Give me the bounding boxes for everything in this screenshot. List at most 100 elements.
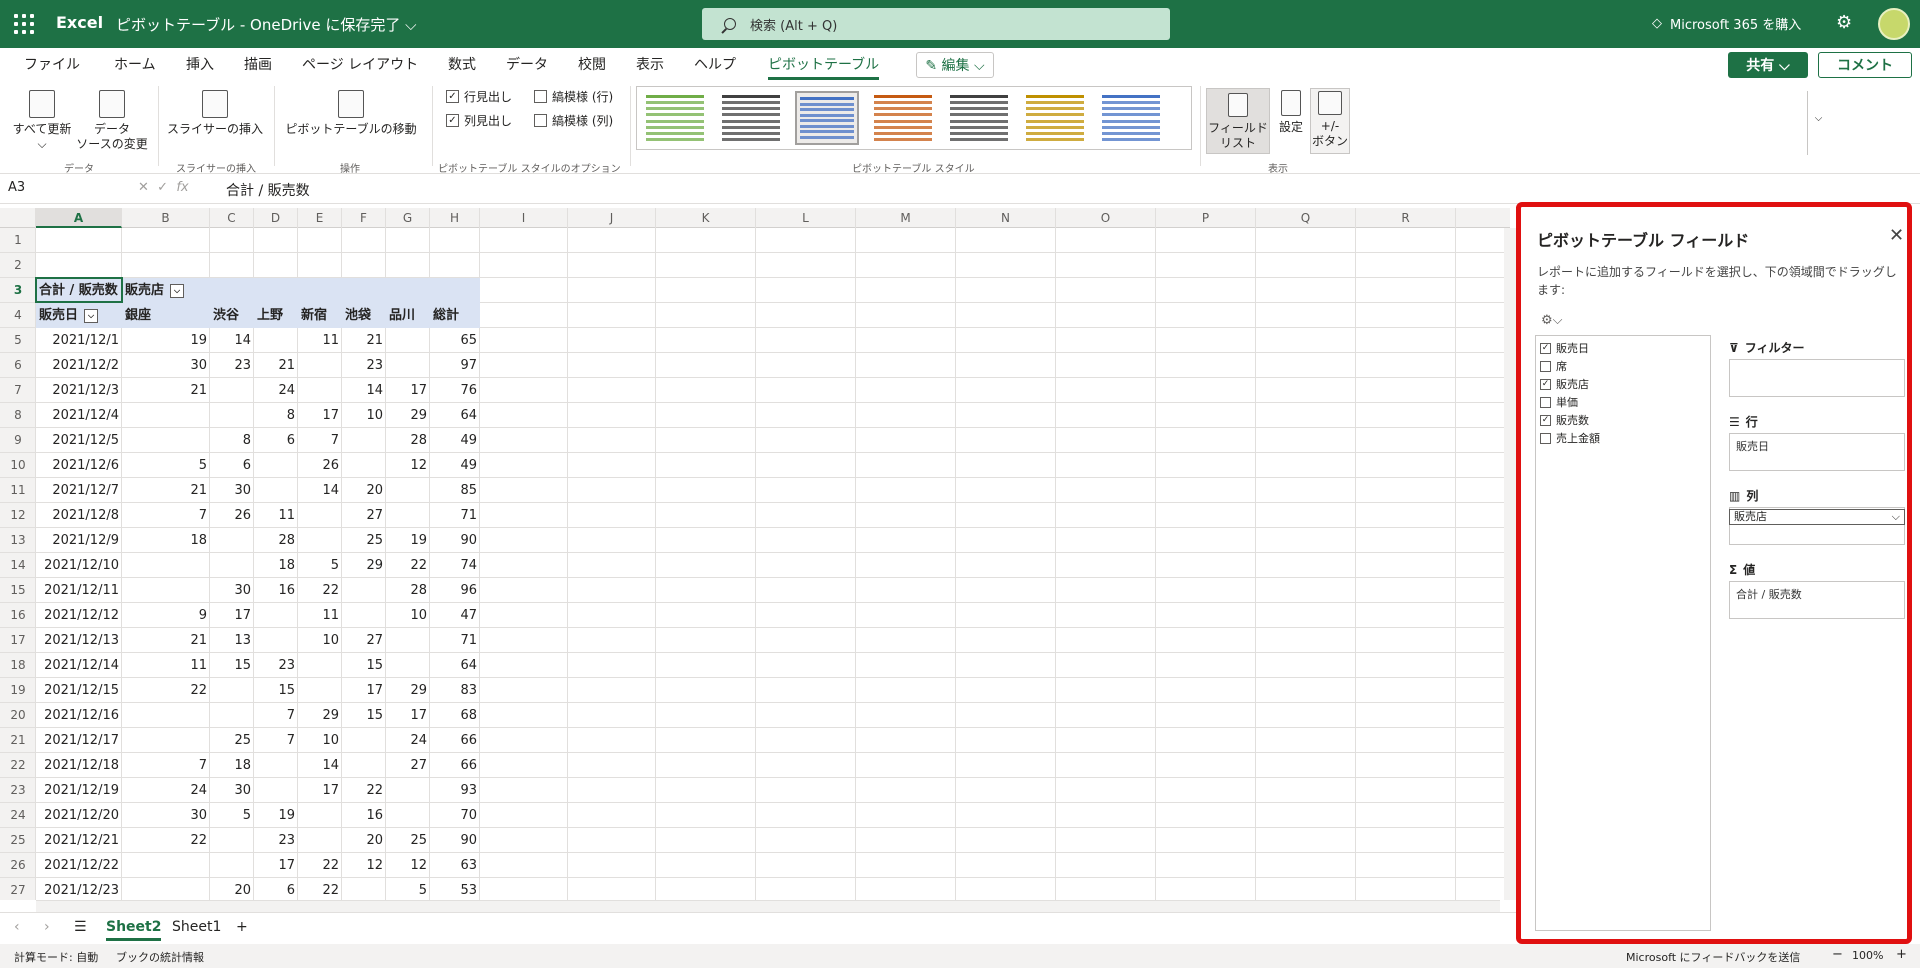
pivot-row-label[interactable]: 2021/12/21 (36, 828, 122, 853)
pivot-value-cell[interactable]: 5 (122, 453, 210, 478)
pivot-value-cell[interactable]: 23 (254, 653, 298, 678)
values-drop-area[interactable]: 合計 / 販売数 (1729, 581, 1905, 619)
column-header[interactable]: P (1156, 208, 1256, 228)
close-icon[interactable]: ✕ (1889, 225, 1904, 246)
pivot-row-label[interactable]: 2021/12/11 (36, 578, 122, 603)
document-title[interactable]: ピボットテーブル - OneDrive に保存完了 ⌵ (116, 14, 417, 35)
field-checkbox[interactable]: ✓ (1540, 378, 1551, 390)
pivot-value-cell[interactable]: 29 (342, 553, 386, 578)
pivot-value-cell[interactable] (254, 328, 298, 353)
row-header[interactable]: 24 (0, 803, 36, 828)
row-header[interactable]: 6 (0, 353, 36, 378)
pivot-column-header[interactable]: 渋谷 (210, 303, 254, 328)
pivot-value-cell[interactable]: 21 (122, 478, 210, 503)
pivot-row-label[interactable]: 2021/12/5 (36, 428, 122, 453)
pivot-value-cell[interactable]: 22 (298, 878, 342, 900)
prev-sheet-icon[interactable]: ‹ (14, 919, 20, 935)
row-header[interactable]: 17 (0, 628, 36, 653)
all-sheets-icon[interactable]: ☰ (74, 919, 87, 935)
pivot-value-cell[interactable] (298, 528, 342, 553)
row-header[interactable]: 12 (0, 503, 36, 528)
pivot-grand-total[interactable]: 76 (430, 378, 480, 403)
calc-mode[interactable]: 計算モード: 自動 (14, 949, 98, 965)
row-header[interactable]: 1 (0, 228, 36, 253)
pivot-value-cell[interactable]: 28 (386, 578, 430, 603)
pivot-value-cell[interactable] (254, 603, 298, 628)
pivot-value-cell[interactable]: 20 (342, 478, 386, 503)
pivot-value-cell[interactable] (254, 778, 298, 803)
pivot-value-cell[interactable]: 6 (254, 878, 298, 900)
tab-help[interactable]: ヘルプ (694, 54, 736, 80)
pivot-row-label[interactable]: 2021/12/12 (36, 603, 122, 628)
pivot-value-cell[interactable]: 5 (210, 803, 254, 828)
workbook-stats[interactable]: ブックの統計情報 (116, 949, 204, 965)
pivot-value-cell[interactable]: 12 (342, 853, 386, 878)
pivot-value-cell[interactable] (122, 578, 210, 603)
pivot-grand-total[interactable]: 90 (430, 528, 480, 553)
app-name[interactable]: Excel (56, 13, 103, 32)
pivot-value-cell[interactable]: 5 (298, 553, 342, 578)
row-header[interactable]: 5 (0, 328, 36, 353)
pivot-header-band[interactable] (298, 278, 342, 303)
pivot-grand-total[interactable]: 71 (430, 628, 480, 653)
column-header[interactable]: Q (1256, 208, 1356, 228)
field-checkbox[interactable]: ✓ (1540, 414, 1551, 426)
row-header[interactable]: 18 (0, 653, 36, 678)
pivot-style-swatch[interactable] (871, 91, 935, 145)
pivot-value-cell[interactable]: 28 (254, 528, 298, 553)
field-checkbox[interactable] (1540, 360, 1551, 372)
pivot-value-cell[interactable] (254, 753, 298, 778)
pivot-value-cell[interactable]: 21 (122, 628, 210, 653)
column-header[interactable]: A (36, 208, 122, 228)
pivot-value-cell[interactable]: 29 (386, 678, 430, 703)
change-data-source-button[interactable]: データ ソースの変更 (76, 90, 148, 152)
pivot-value-cell[interactable]: 17 (298, 403, 342, 428)
field-item[interactable]: 売上金額 (1540, 430, 1600, 446)
pivot-header-band[interactable] (254, 278, 298, 303)
pivot-grand-total[interactable]: 74 (430, 553, 480, 578)
tab-review[interactable]: 校閲 (578, 54, 606, 80)
field-item[interactable]: 単価 (1540, 394, 1578, 410)
pivot-value-cell[interactable]: 10 (386, 603, 430, 628)
pivot-value-cell[interactable]: 17 (298, 778, 342, 803)
tab-home[interactable]: ホーム (114, 54, 156, 80)
pivot-row-label[interactable]: 2021/12/2 (36, 353, 122, 378)
row-header[interactable]: 13 (0, 528, 36, 553)
pivot-value-cell[interactable] (210, 703, 254, 728)
pivot-value-cell[interactable]: 21 (342, 328, 386, 353)
filter-dropdown-icon[interactable]: ⌵ (170, 283, 185, 298)
pivot-value-cell[interactable]: 25 (210, 728, 254, 753)
pivot-value-cell[interactable] (298, 378, 342, 403)
row-header[interactable]: 19 (0, 678, 36, 703)
edit-mode-button[interactable]: ✎ 編集 ⌵ (916, 52, 994, 78)
pivot-value-cell[interactable]: 27 (342, 628, 386, 653)
pivot-value-cell[interactable] (210, 828, 254, 853)
pivot-value-cell[interactable] (210, 378, 254, 403)
zoom-out-button[interactable]: − (1832, 947, 1843, 962)
cell-area[interactable]: 合計 / 販売数 販売店 ⌵ 販売日 ⌵ 銀座 渋谷 上野 新宿 池袋 品川 総計 2021/12/1 1… (35, 228, 1510, 900)
pivot-grand-total[interactable]: 70 (430, 803, 480, 828)
pivot-value-cell[interactable] (342, 878, 386, 900)
tab-page-layout[interactable]: ページ レイアウト (302, 54, 418, 80)
pivot-row-label[interactable]: 2021/12/6 (36, 453, 122, 478)
tab-pivottable[interactable]: ピボットテーブル (768, 54, 880, 80)
pivot-value-cell[interactable]: 11 (254, 503, 298, 528)
pivot-value-cell[interactable]: 29 (298, 703, 342, 728)
pivot-row-label[interactable]: 2021/12/14 (36, 653, 122, 678)
pivot-value-cell[interactable]: 13 (210, 628, 254, 653)
pivot-value-cell[interactable]: 30 (210, 778, 254, 803)
pivot-header-band[interactable] (210, 278, 254, 303)
field-settings-icon[interactable]: ⚙⌵ (1541, 313, 1563, 328)
pivot-grand-total[interactable]: 47 (430, 603, 480, 628)
pivot-value-cell[interactable] (342, 453, 386, 478)
app-launcher-icon[interactable] (14, 14, 34, 34)
row-header[interactable]: 14 (0, 553, 36, 578)
pivot-row-label[interactable]: 2021/12/23 (36, 878, 122, 900)
pivot-value-cell[interactable]: 14 (342, 378, 386, 403)
pivot-column-field[interactable]: 販売店 ⌵ (122, 278, 210, 303)
pivot-value-cell[interactable] (342, 753, 386, 778)
column-header[interactable]: F (342, 208, 386, 228)
feedback-link[interactable]: Microsoft にフィードバックを送信 (1626, 949, 1800, 965)
field-checkbox[interactable] (1540, 396, 1551, 408)
pivot-value-cell[interactable]: 27 (386, 753, 430, 778)
